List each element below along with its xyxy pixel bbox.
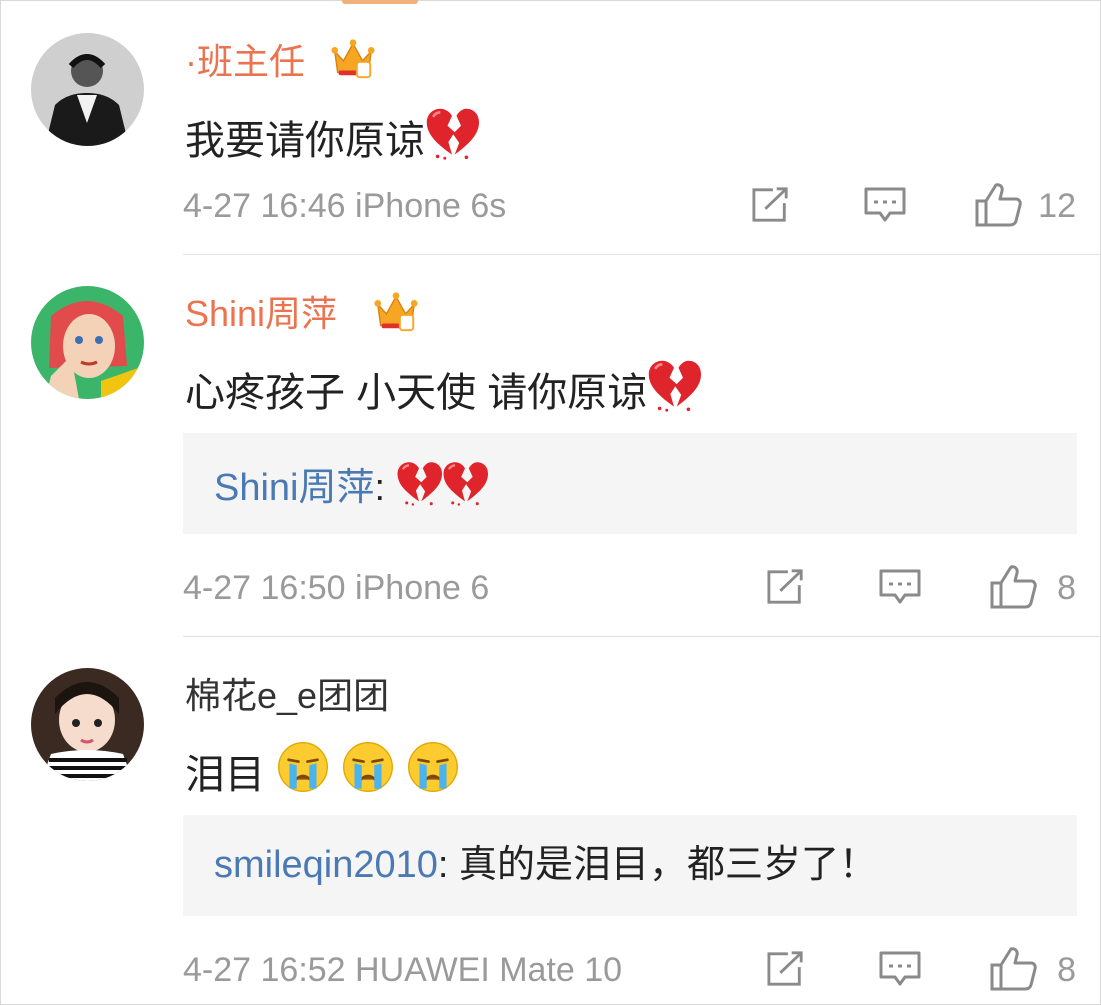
reply-comment-icon[interactable]	[878, 567, 922, 607]
comment-text-content: 心疼孩子 小天使 请你原谅	[185, 371, 648, 415]
like-icon[interactable]	[975, 181, 1023, 227]
avatar[interactable]	[31, 668, 144, 781]
reply-comment-icon[interactable]	[878, 949, 922, 989]
comment-meta: 4-27 16:46 iPhone 6s	[183, 186, 506, 226]
reply-username[interactable]: Shini周萍	[214, 467, 375, 509]
broken-heart-icon	[425, 106, 479, 160]
crown-badge-icon[interactable]	[373, 289, 419, 335]
crying-face-icon	[341, 740, 395, 794]
comment-device: iPhone 6	[355, 569, 490, 607]
like-count: 8	[1057, 569, 1076, 607]
username[interactable]: ·班主任	[185, 42, 305, 82]
reply-line: Shini周萍:	[214, 460, 488, 511]
crying-face-icon	[276, 740, 330, 794]
comment-meta: 4-27 16:52 HUAWEI Mate 10	[183, 950, 622, 990]
like-count: 12	[1038, 187, 1076, 225]
active-tab-indicator	[342, 0, 418, 4]
share-icon[interactable]	[765, 950, 807, 988]
comment-text: 泪目	[185, 740, 460, 798]
quoted-reply[interactable]: smileqin2010: 真的是泪目，都三岁了！	[183, 815, 1077, 916]
comment-text-content: 我要请你原谅	[185, 119, 425, 163]
reply-separator: :	[437, 844, 449, 886]
avatar[interactable]	[31, 286, 144, 399]
crown-badge-icon[interactable]	[330, 36, 376, 82]
comment-text: 我要请你原谅	[185, 106, 479, 164]
broken-heart-icon	[647, 358, 701, 412]
avatar[interactable]	[31, 33, 144, 146]
share-icon[interactable]	[750, 186, 792, 224]
comment-text: 心疼孩子 小天使 请你原谅	[185, 358, 701, 416]
comment-device: iPhone 6s	[355, 187, 507, 225]
divider	[183, 254, 1101, 255]
comment-meta: 4-27 16:50 iPhone 6	[183, 568, 489, 608]
username[interactable]: 棉花e_e团团	[185, 676, 389, 716]
quoted-reply[interactable]: Shini周萍:	[183, 433, 1077, 534]
divider	[183, 636, 1101, 637]
reply-separator: :	[374, 467, 386, 509]
broken-heart-icon	[396, 460, 442, 506]
crying-face-icon	[406, 740, 460, 794]
comment-time: 4-27 16:46	[183, 187, 346, 225]
comment-device: HUAWEI Mate 10	[355, 951, 623, 989]
broken-heart-icon	[442, 460, 488, 506]
comment-time: 4-27 16:52	[183, 951, 346, 989]
username[interactable]: Shini周萍	[185, 294, 337, 334]
reply-username[interactable]: smileqin2010	[214, 844, 438, 886]
like-count: 8	[1057, 951, 1076, 989]
reply-line: smileqin2010: 真的是泪目，都三岁了！	[214, 842, 877, 888]
comment-text-content: 泪目	[185, 753, 265, 797]
reply-text: 真的是泪目，都三岁了！	[448, 844, 878, 886]
share-icon[interactable]	[765, 568, 807, 606]
comment-time: 4-27 16:50	[183, 569, 346, 607]
reply-comment-icon[interactable]	[863, 185, 907, 225]
